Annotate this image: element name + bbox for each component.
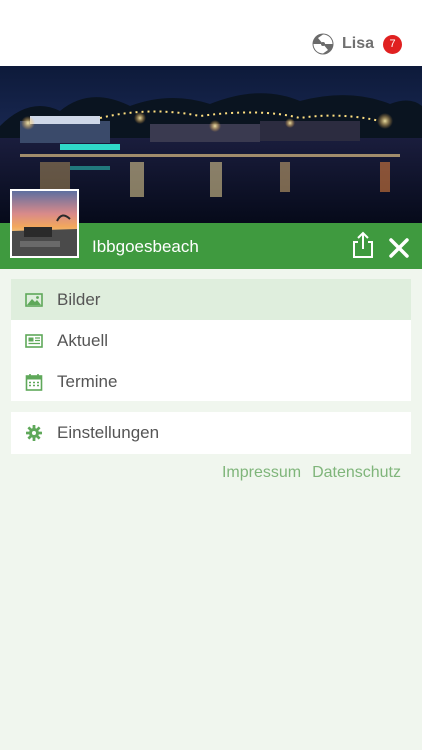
impressum-link[interactable]: Impressum — [222, 464, 301, 482]
newspaper-icon — [25, 333, 43, 348]
user-menu[interactable]: Lisa 7 — [312, 33, 402, 55]
group-title: Ibbgoesbeach — [92, 237, 199, 256]
datenschutz-link[interactable]: Datenschutz — [312, 464, 401, 482]
pinwheel-logo-icon — [312, 33, 334, 55]
top-bar: Lisa 7 — [0, 0, 422, 66]
menu-item-label: Einstellungen — [57, 422, 160, 442]
image-icon — [25, 292, 43, 307]
close-icon[interactable] — [386, 235, 412, 261]
footer-links: Impressum Datenschutz — [222, 464, 401, 482]
user-name: Lisa — [341, 35, 374, 52]
group-thumbnail — [10, 189, 79, 258]
menu-item-termine[interactable]: Termine — [11, 361, 411, 402]
main-menu: Bilder Aktuell Termine — [11, 279, 411, 401]
notification-badge: 7 — [383, 34, 402, 54]
menu-item-aktuell[interactable]: Aktuell — [11, 320, 411, 361]
settings-menu: Einstellungen — [11, 412, 411, 454]
menu-item-label: Aktuell — [57, 330, 109, 350]
share-icon[interactable] — [350, 231, 376, 259]
gear-icon — [26, 424, 42, 441]
menu-item-einstellungen[interactable]: Einstellungen — [11, 412, 411, 453]
menu-item-bilder[interactable]: Bilder — [11, 279, 411, 320]
menu-item-label: Bilder — [57, 289, 101, 309]
calendar-icon — [25, 373, 43, 391]
menu-item-label: Termine — [57, 371, 118, 391]
